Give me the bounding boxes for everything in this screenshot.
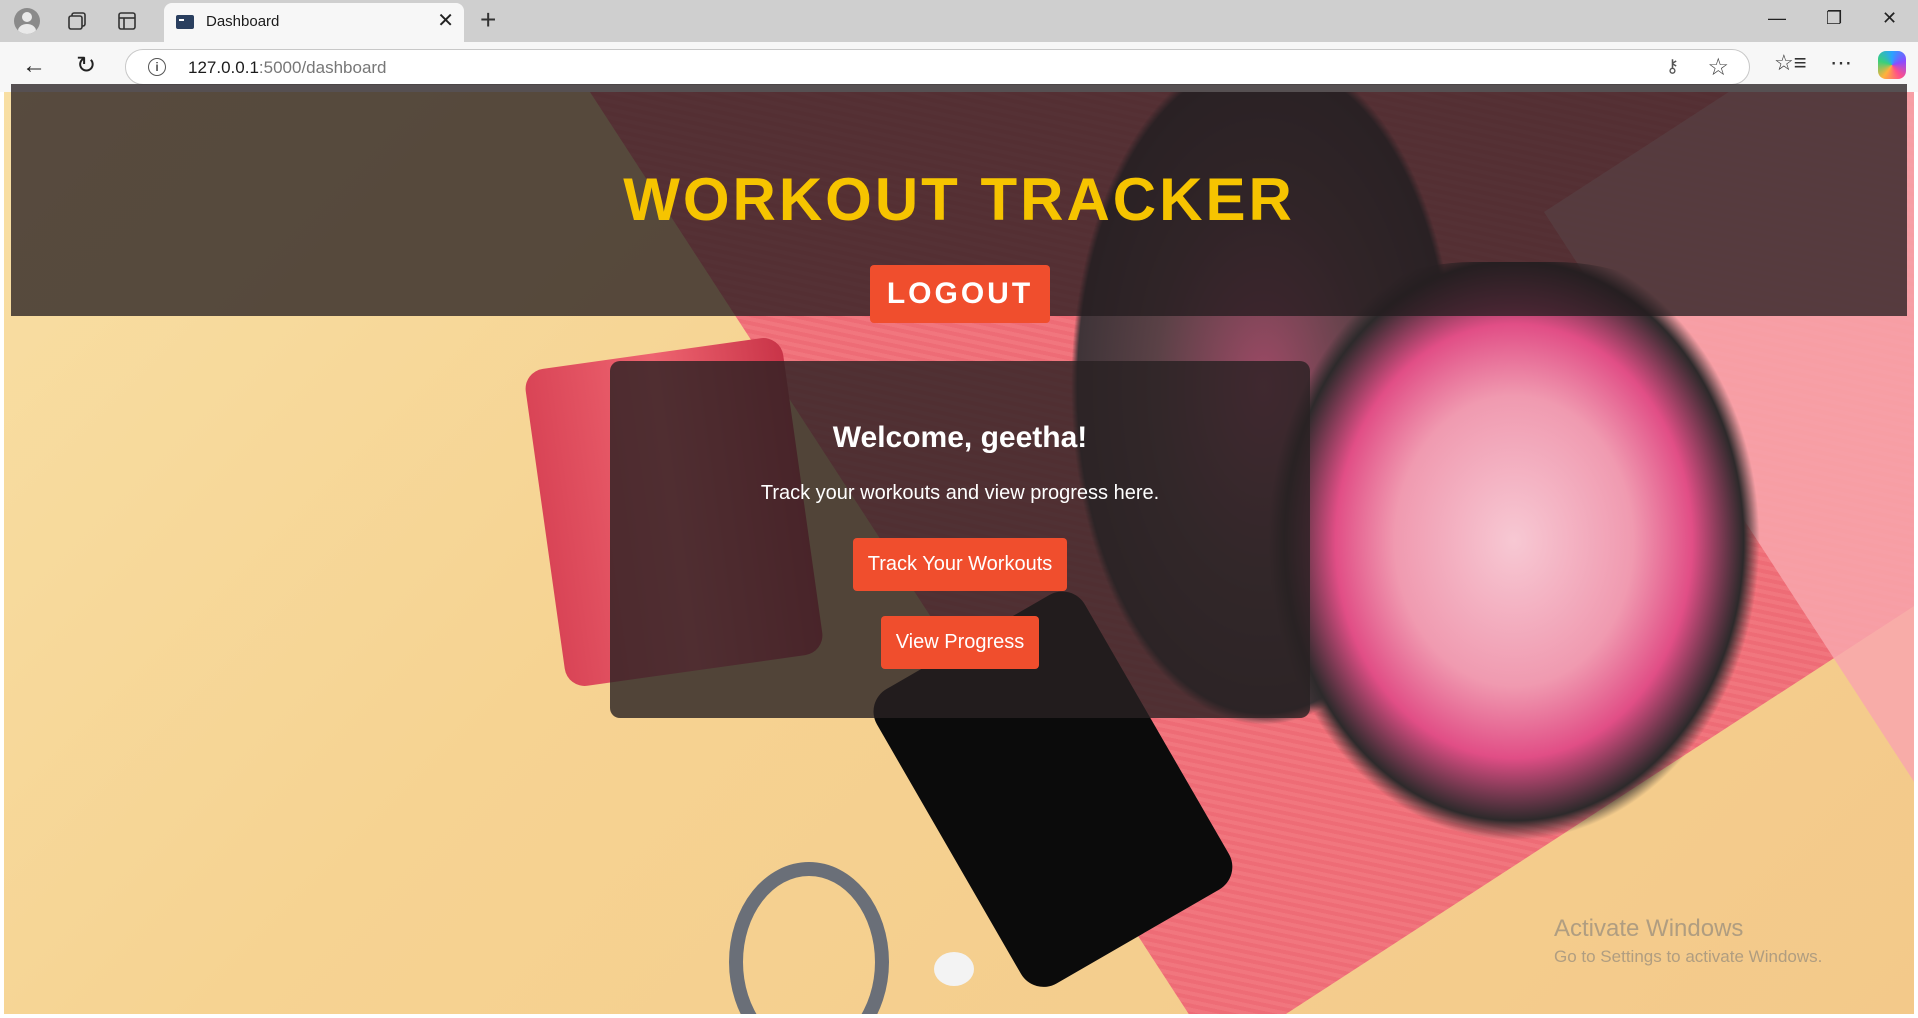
back-arrow-icon[interactable]: ← [22,52,46,80]
welcome-card: Welcome, geetha! Track your workouts and… [610,361,1310,718]
tab-actions-icon[interactable] [112,6,142,36]
welcome-subtitle: Track your workouts and view progress he… [760,482,1160,504]
star-icon[interactable]: ☆ [1707,53,1729,82]
close-tab-icon[interactable]: ✕ [437,11,454,31]
new-tab-icon[interactable]: + [480,6,496,34]
tab-strip: Dashboard ✕ + — ❐ ✕ [0,0,1918,42]
logout-button[interactable]: LOGOUT [870,265,1050,323]
earbud [934,952,974,986]
sneaker-right [1234,262,1794,882]
watermark-title: Activate Windows [1554,915,1744,942]
more-icon[interactable]: ⋯ [1830,50,1852,76]
page-title: WORKOUT TRACKER [623,166,1295,233]
browser-tab[interactable]: Dashboard ✕ [164,3,464,42]
copilot-icon[interactable] [1878,51,1906,79]
workspaces-icon[interactable] [62,6,92,36]
restore-icon[interactable]: ❐ [1826,8,1842,29]
profile-icon[interactable] [12,6,42,36]
address-bar[interactable]: i 127.0.0.1:5000/dashboard ⚷ ☆ [125,49,1750,85]
activate-windows-watermark: Activate Windows Go to Settings to activ… [1554,915,1822,967]
refresh-icon[interactable]: ↻ [76,52,96,80]
key-icon[interactable]: ⚷ [1666,56,1679,77]
info-icon[interactable]: i [148,58,166,76]
welcome-heading: Welcome, geetha! [832,421,1088,454]
favorites-icon[interactable]: ☆≡ [1774,50,1807,76]
watermark-subtitle: Go to Settings to activate Windows. [1554,947,1823,966]
view-progress-button[interactable]: View Progress [881,616,1039,669]
terminal-favicon-icon [176,15,194,29]
close-window-icon[interactable]: ✕ [1882,8,1897,29]
url-text[interactable]: 127.0.0.1:5000/dashboard [188,58,387,78]
track-workouts-button[interactable]: Track Your Workouts [853,538,1067,591]
minimize-icon[interactable]: — [1768,8,1786,29]
tab-title: Dashboard [206,13,280,30]
